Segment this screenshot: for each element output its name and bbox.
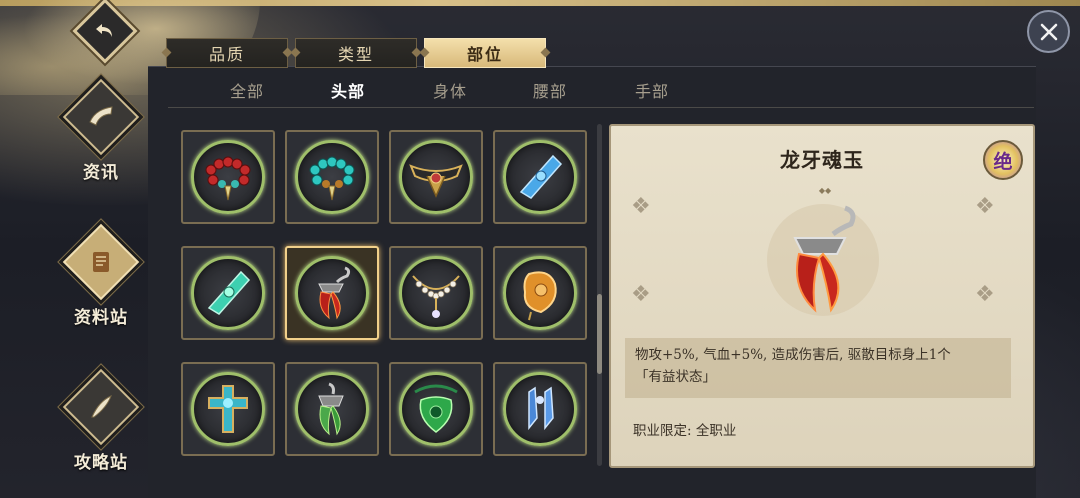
- item-slot-red-fang-jade[interactable]: [285, 246, 379, 340]
- item-slot-pearl-necklace[interactable]: [389, 246, 483, 340]
- sub-tab-head[interactable]: 头部: [331, 78, 365, 102]
- ornament-icon: ❖: [975, 194, 995, 219]
- grid-scrollbar[interactable]: [597, 124, 602, 466]
- sidebar-item-frame: [62, 223, 140, 301]
- item-slot-green-fang[interactable]: [285, 362, 379, 456]
- item-description-line2: 「有益状态」: [635, 369, 716, 385]
- sub-tab-body[interactable]: 身体: [433, 78, 467, 102]
- item-description-line1: 物攻+5%, 气血+5%, 造成伤害后, 驱散目标身上1个: [635, 347, 951, 363]
- item-detail-card: 龙牙魂玉 ◆◆ 绝 ❖ ❖ ❖ ❖ 物攻+5%, 气血+5%, 造成伤害后, 驱…: [609, 124, 1035, 468]
- item-slot-blue-crystal-earring[interactable]: [493, 362, 587, 456]
- red-bead-necklace-icon: [205, 156, 251, 201]
- item-slot-red-bead-necklace[interactable]: [181, 130, 275, 224]
- scroll-icon: [93, 252, 109, 272]
- sidebar-item-label: 资料站: [74, 308, 128, 328]
- item-slot-golden-circlet[interactable]: [389, 130, 483, 224]
- tab-quality[interactable]: 品质: [166, 38, 288, 68]
- sidebar-item-database[interactable]: 资料站: [62, 223, 140, 328]
- cross-amulet-icon: [208, 385, 248, 433]
- sub-tab-bar: 全部 头部 身体 腰部 手部: [168, 72, 1034, 108]
- golden-circlet-icon: [409, 164, 463, 198]
- sidebar-item-news[interactable]: 资讯: [62, 78, 140, 183]
- sub-tab-waist[interactable]: 腰部: [533, 78, 567, 102]
- item-slot-emerald-dragon-pendant[interactable]: [389, 362, 483, 456]
- item-slot-cross-amulet[interactable]: [181, 362, 275, 456]
- grid-scrollbar-thumb[interactable]: [597, 294, 602, 374]
- red-fang-jade-icon: [767, 204, 879, 316]
- green-fang-icon: [318, 382, 344, 436]
- quill-icon: [91, 395, 112, 418]
- item-slot-cyan-bead-necklace[interactable]: [285, 130, 379, 224]
- amber-jade-icon: [523, 271, 557, 321]
- ornament-icon: ❖: [631, 194, 651, 219]
- quality-badge: 绝: [983, 140, 1023, 180]
- item-title: 龙牙魂玉: [780, 148, 864, 172]
- pearl-necklace-icon: [412, 275, 460, 318]
- ornament-icon: ❖: [631, 282, 651, 307]
- back-arrow-icon: [96, 24, 112, 37]
- blue-crystal-earring-icon: [528, 386, 554, 431]
- item-slot-blue-crystal-pendant[interactable]: [493, 130, 587, 224]
- sub-tab-hand[interactable]: 手部: [635, 78, 669, 102]
- emerald-dragon-pendant-icon: [414, 384, 458, 433]
- title-ornament: ◆◆: [818, 186, 832, 195]
- cyan-bead-necklace-icon: [309, 156, 355, 201]
- item-slot-green-crystal-pendant[interactable]: [181, 246, 275, 340]
- blue-crystal-pendant-icon: [519, 154, 563, 199]
- green-crystal-pendant-icon: [207, 270, 251, 315]
- job-restriction: 职业限定: 全职业: [633, 423, 737, 439]
- sidebar-item-frame: [62, 78, 140, 156]
- horn-icon: [89, 106, 113, 126]
- item-slot-amber-jade[interactable]: [493, 246, 587, 340]
- sidebar-item-label: 攻略站: [74, 453, 128, 473]
- tab-slot[interactable]: 部位: [424, 38, 546, 68]
- sidebar-item-guides[interactable]: 攻略站: [62, 368, 140, 473]
- tab-type[interactable]: 类型: [295, 38, 417, 68]
- sidebar-item-frame: [62, 368, 140, 446]
- close-button[interactable]: [1027, 10, 1070, 53]
- ornament-icon: ❖: [975, 282, 995, 307]
- red-fang-jade-icon: [318, 266, 351, 320]
- close-icon: [1040, 23, 1057, 40]
- sidebar-item-label: 资讯: [83, 163, 119, 183]
- item-description: 物攻+5%, 气血+5%, 造成伤害后, 驱散目标身上1个 「有益状态」: [625, 338, 1011, 398]
- sub-tab-all[interactable]: 全部: [230, 78, 264, 102]
